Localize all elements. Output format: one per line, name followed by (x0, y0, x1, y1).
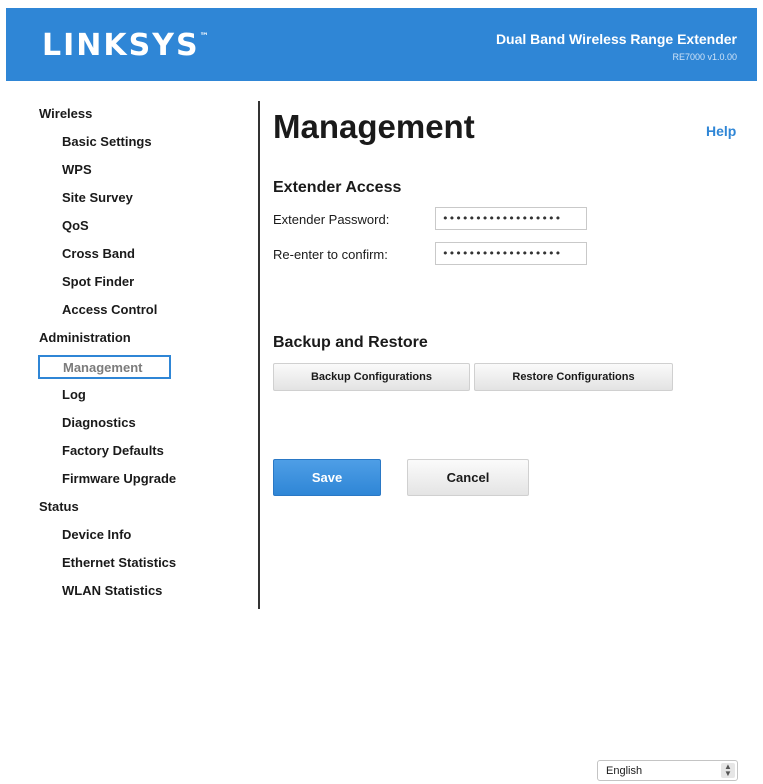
linksys-logo: LINKSYS™ (42, 28, 209, 63)
logo-trademark: ™ (199, 32, 209, 42)
sidebar-item-cross-band[interactable]: Cross Band (62, 246, 135, 261)
language-value: English (606, 765, 643, 777)
extender-access-title: Extender Access (273, 179, 402, 196)
header-bar: LINKSYS™ Dual Band Wireless Range Extend… (6, 8, 757, 81)
logo-text: LINKSYS (42, 28, 200, 63)
updown-arrows-icon: ▲ ▼ (721, 763, 735, 778)
sidebar-item-firmware-upgrade[interactable]: Firmware Upgrade (62, 471, 176, 486)
sidebar-item-diagnostics[interactable]: Diagnostics (62, 415, 136, 430)
sidebar-item-management[interactable]: Management (38, 355, 171, 379)
sidebar-item-access-control[interactable]: Access Control (62, 302, 157, 317)
nav-group-status: Status (39, 499, 79, 514)
extender-password-label: Extender Password: (273, 212, 390, 227)
save-button[interactable]: Save (273, 459, 381, 496)
sidebar-item-factory-defaults[interactable]: Factory Defaults (62, 443, 164, 458)
cancel-button[interactable]: Cancel (407, 459, 529, 496)
restore-configurations-button[interactable]: Restore Configurations (474, 363, 673, 391)
sidebar-item-wps[interactable]: WPS (62, 162, 92, 177)
page-title: Management (273, 108, 475, 145)
sidebar-item-spot-finder[interactable]: Spot Finder (62, 274, 134, 289)
sidebar-item-basic-settings[interactable]: Basic Settings (62, 134, 152, 149)
sidebar-divider (258, 101, 260, 609)
confirm-password-label: Re-enter to confirm: (273, 247, 388, 262)
model-version: RE7000 v1.0.00 (672, 52, 737, 62)
backup-configurations-button[interactable]: Backup Configurations (273, 363, 470, 391)
sidebar-item-site-survey[interactable]: Site Survey (62, 190, 133, 205)
confirm-password-field[interactable] (435, 242, 587, 265)
sidebar-item-ethernet-statistics[interactable]: Ethernet Statistics (62, 555, 176, 570)
nav-group-wireless: Wireless (39, 106, 93, 121)
help-link[interactable]: Help (706, 123, 736, 139)
sidebar-item-device-info[interactable]: Device Info (62, 527, 131, 542)
sidebar-item-wlan-statistics[interactable]: WLAN Statistics (62, 583, 162, 598)
language-select[interactable]: English ▲ ▼ (597, 760, 738, 781)
backup-restore-title: Backup and Restore (273, 334, 428, 351)
product-title: Dual Band Wireless Range Extender (495, 31, 737, 47)
sidebar-item-qos[interactable]: QoS (62, 218, 89, 233)
extender-password-field[interactable] (435, 207, 587, 230)
nav-group-administration: Administration (39, 330, 131, 345)
sidebar-item-log[interactable]: Log (62, 387, 86, 402)
